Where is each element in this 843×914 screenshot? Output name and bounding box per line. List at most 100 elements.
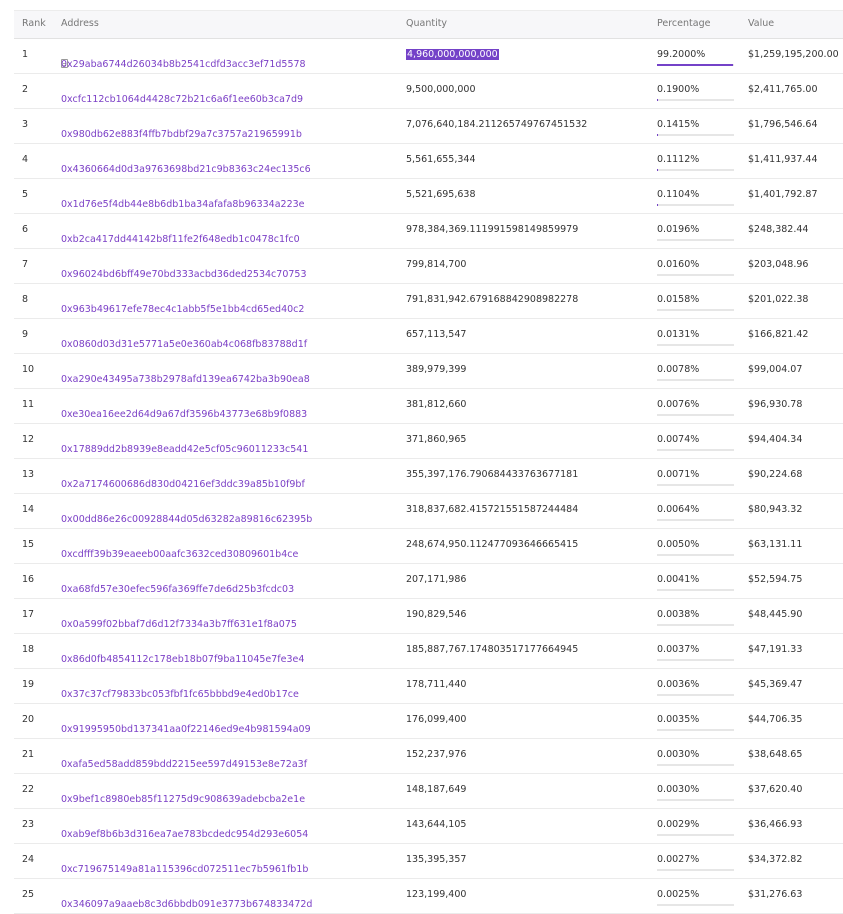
address-link[interactable]: 0x86d0fb4854112c178eb18b07f9ba11045e7fe3… bbox=[61, 654, 304, 665]
rank-cell: 21 bbox=[22, 749, 34, 760]
address-link[interactable]: 0x1d76e5f4db44e8b6db1ba34afafa8b96334a22… bbox=[61, 199, 305, 210]
percentage-cell: 0.0050% bbox=[657, 539, 699, 550]
table-row: 180x86d0fb4854112c178eb18b07f9ba11045e7f… bbox=[14, 634, 843, 669]
table-row: 190x37c37cf79833bc053fbf1fc65bbbd9e4ed0b… bbox=[14, 669, 843, 704]
table-row: 1 0x29aba6744d26034b8b2541cdfd3acc3ef71d5… bbox=[14, 39, 843, 74]
value-cell: $1,259,195,200.00 bbox=[748, 49, 839, 60]
percentage-cell: 0.0196% bbox=[657, 224, 699, 235]
address-link[interactable]: 0x4360664d0d3a9763698bd21c9b8363c24ec135… bbox=[61, 164, 311, 175]
value-cell: $48,445.90 bbox=[748, 609, 802, 620]
percentage-bar bbox=[657, 274, 734, 276]
quantity-cell: 248,674,950.112477093646665415 bbox=[406, 539, 578, 550]
value-cell: $44,706.35 bbox=[748, 714, 802, 725]
percentage-bar bbox=[657, 204, 734, 206]
percentage-cell: 0.0131% bbox=[657, 329, 699, 340]
quantity-cell: 9,500,000,000 bbox=[406, 84, 476, 95]
value-cell: $248,382.44 bbox=[748, 224, 808, 235]
address-link[interactable]: 0x00dd86e26c00928844d05d63282a89816c6239… bbox=[61, 514, 312, 525]
percentage-cell: 0.0074% bbox=[657, 434, 699, 445]
percentage-bar bbox=[657, 624, 734, 626]
percentage-bar bbox=[657, 414, 734, 416]
rank-cell: 9 bbox=[22, 329, 28, 340]
address-link[interactable]: 0x963b49617efe78ec4c1abb5f5e1bb4cd65ed40… bbox=[61, 304, 304, 315]
value-cell: $38,648.65 bbox=[748, 749, 802, 760]
percentage-cell: 0.1104% bbox=[657, 189, 699, 200]
table-row: 10 0xa290e43495a738b2978afd139ea6742ba3b9… bbox=[14, 354, 843, 389]
address-link[interactable]: 0x346097a9aaeb8c3d6bbdb091e3773b67483347… bbox=[61, 899, 312, 910]
table-row: 15 0xcdfff39b39eaeeb00aafc3632ced30809601… bbox=[14, 529, 843, 564]
address-link[interactable]: 0xcfc112cb1064d4428c72b21c6a6f1ee60b3ca7… bbox=[61, 94, 303, 105]
value-cell: $2,411,765.00 bbox=[748, 84, 818, 95]
address-link[interactable]: 0xa68fd57e30efec596fa369ffe7de6d25b3fcdc… bbox=[61, 584, 294, 595]
percentage-cell: 0.0029% bbox=[657, 819, 699, 830]
address-link[interactable]: 0x980db62e883f4ffb7bdbf29a7c3757a2196599… bbox=[61, 129, 302, 140]
address-link[interactable]: 0x91995950bd137341aa0f22146ed9e4b981594a… bbox=[61, 724, 311, 735]
address-link[interactable]: 0x0860d03d31e5771a5e0e360ab4c068fb83788d… bbox=[61, 339, 307, 350]
header-value: Value bbox=[748, 18, 774, 29]
value-cell: $31,276.63 bbox=[748, 889, 802, 900]
address-link[interactable]: 0xab9ef8b6b3d316ea7ae783bcdedc954d293e60… bbox=[61, 829, 308, 840]
percentage-bar bbox=[657, 554, 734, 556]
address-link[interactable]: 0x29aba6744d26034b8b2541cdfd3acc3ef71d55… bbox=[61, 59, 306, 70]
quantity-cell: 355,397,176.790684433763677181 bbox=[406, 469, 578, 480]
percentage-bar bbox=[657, 344, 734, 346]
rank-cell: 10 bbox=[22, 364, 34, 375]
value-cell: $96,930.78 bbox=[748, 399, 802, 410]
percentage-bar bbox=[657, 694, 734, 696]
value-cell: $36,466.93 bbox=[748, 819, 802, 830]
rank-cell: 5 bbox=[22, 189, 28, 200]
rank-cell: 12 bbox=[22, 434, 34, 445]
table-row: 25 0x346097a9aaeb8c3d6bbdb091e3773b674833… bbox=[14, 879, 843, 914]
address-link[interactable]: 0x96024bd6bff49e70bd333acbd36ded2534c707… bbox=[61, 269, 307, 280]
percentage-cell: 0.1900% bbox=[657, 84, 699, 95]
percentage-bar bbox=[657, 449, 734, 451]
percentage-bar bbox=[657, 379, 734, 381]
percentage-bar bbox=[657, 589, 734, 591]
address-link[interactable]: 0x17889dd2b8939e8eadd42e5cf05c96011233c5… bbox=[61, 444, 308, 455]
address-link[interactable]: 0xe30ea16ee2d64d9a67df3596b43773e68b9f08… bbox=[61, 409, 307, 420]
percentage-bar bbox=[657, 904, 734, 906]
table-row: 130x2a7174600686d830d04216ef3ddc39a85b10… bbox=[14, 459, 843, 494]
address-link[interactable]: 0x2a7174600686d830d04216ef3ddc39a85b10f9… bbox=[61, 479, 305, 490]
value-cell: $1,411,937.44 bbox=[748, 154, 818, 165]
value-cell: $47,191.33 bbox=[748, 644, 802, 655]
rank-cell: 8 bbox=[22, 294, 28, 305]
table-header: Rank Address Quantity Percentage Value bbox=[14, 10, 843, 39]
table-row: 40x4360664d0d3a9763698bd21c9b8363c24ec13… bbox=[14, 144, 843, 179]
percentage-cell: 0.0041% bbox=[657, 574, 699, 585]
rank-cell: 6 bbox=[22, 224, 28, 235]
address-link[interactable]: 0xb2ca417dd44142b8f11fe2f648edb1c0478c1f… bbox=[61, 234, 300, 245]
percentage-cell: 0.1112% bbox=[657, 154, 699, 165]
quantity-cell: 7,076,640,184.211265749767451532 bbox=[406, 119, 587, 130]
quantity-cell: 135,395,357 bbox=[406, 854, 466, 865]
address-link[interactable]: 0xa290e43495a738b2978afd139ea6742ba3b90e… bbox=[61, 374, 310, 385]
rank-cell: 25 bbox=[22, 889, 34, 900]
quantity-cell: 799,814,700 bbox=[406, 259, 466, 270]
value-cell: $201,022.38 bbox=[748, 294, 808, 305]
percentage-cell: 0.0071% bbox=[657, 469, 699, 480]
quantity-cell: 389,979,399 bbox=[406, 364, 466, 375]
percentage-bar bbox=[657, 799, 734, 801]
quantity-cell: 143,644,105 bbox=[406, 819, 466, 830]
address-link[interactable]: 0xcdfff39b39eaeeb00aafc3632ced30809601b4… bbox=[61, 549, 298, 560]
percentage-cell: 0.1415% bbox=[657, 119, 699, 130]
rank-cell: 1 bbox=[22, 49, 28, 60]
address-link[interactable]: 0x9bef1c8980eb85f11275d9c908639adebcba2e… bbox=[61, 794, 305, 805]
quantity-cell: 318,837,682.415721551587244484 bbox=[406, 504, 578, 515]
rank-cell: 15 bbox=[22, 539, 34, 550]
quantity-cell: 978,384,369.111991598149859979 bbox=[406, 224, 578, 235]
quantity-cell: 190,829,546 bbox=[406, 609, 466, 620]
header-address: Address bbox=[61, 18, 99, 29]
percentage-bar bbox=[657, 239, 734, 241]
rank-cell: 20 bbox=[22, 714, 34, 725]
value-cell: $99,004.07 bbox=[748, 364, 802, 375]
quantity-cell: 381,812,660 bbox=[406, 399, 466, 410]
address-link[interactable]: 0xafa5ed58add859bdd2215ee597d49153e8e72a… bbox=[61, 759, 307, 770]
address-link[interactable]: 0x37c37cf79833bc053fbf1fc65bbbd9e4ed0b17… bbox=[61, 689, 299, 700]
quantity-cell: 5,521,695,638 bbox=[406, 189, 476, 200]
table-row: 160xa68fd57e30efec596fa369ffe7de6d25b3fc… bbox=[14, 564, 843, 599]
address-link[interactable]: 0x0a599f02bbaf7d6d12f7334a3b7ff631e1f8a0… bbox=[61, 619, 297, 630]
table-row: 20 0x91995950bd137341aa0f22146ed9e4b98159… bbox=[14, 704, 843, 739]
address-link[interactable]: 0xc719675149a81a115396cd072511ec7b5961fb… bbox=[61, 864, 308, 875]
percentage-cell: 0.0036% bbox=[657, 679, 699, 690]
